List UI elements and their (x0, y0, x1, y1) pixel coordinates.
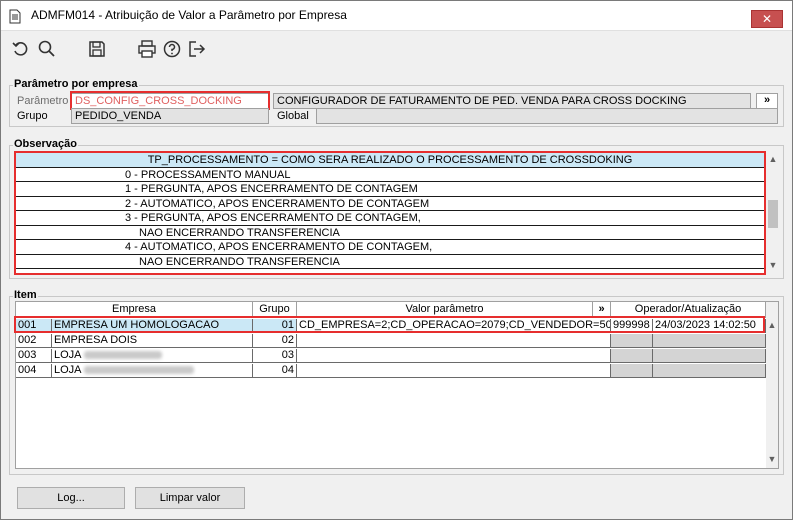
observacao-line: TP_PROCESSAMENTO = COMO SERA REALIZADO O… (15, 153, 765, 168)
row-code[interactable]: 001 (16, 319, 52, 333)
limpar-valor-button[interactable]: Limpar valor (135, 487, 245, 509)
row-grupo[interactable]: 01 (253, 319, 297, 333)
item-grid: Empresa Grupo Valor parâmetro » Operador… (15, 301, 779, 469)
save-icon[interactable] (87, 39, 107, 59)
row-code[interactable]: 002 (16, 334, 52, 348)
row-empresa[interactable]: EMPRESA DOIS (52, 334, 253, 348)
scroll-up-icon[interactable]: ▲ (765, 318, 779, 332)
row-empresa-text: LOJA (54, 364, 81, 376)
row-valor[interactable] (297, 334, 611, 348)
grid-scrollbar[interactable]: ▲ ▼ (766, 302, 778, 468)
observacao-group-title: Observação (13, 138, 78, 150)
row-operador (611, 334, 653, 348)
print-icon[interactable] (137, 39, 157, 59)
observacao-line: NAO ENCERRANDO TRANSFERENCIA (15, 226, 765, 240)
grupo-field: PEDIDO_VENDA (71, 108, 269, 124)
window-title: ADMFM014 - Atribuição de Valor a Parâmet… (31, 8, 347, 22)
help-icon[interactable] (162, 39, 182, 59)
global-label: Global (277, 110, 309, 122)
exit-icon[interactable] (187, 39, 207, 59)
descricao-field: CONFIGURADOR DE FATURAMENTO DE PED. VEND… (273, 93, 751, 109)
observacao-line: 4 - AUTOMATICO, APOS ENCERRAMENTO DE CON… (15, 240, 765, 255)
header-valor[interactable]: Valor parâmetro (297, 302, 593, 318)
row-valor[interactable] (297, 364, 611, 378)
header-expand-button[interactable]: » (593, 302, 611, 318)
expand-descricao-button[interactable]: » (756, 93, 778, 109)
row-grupo[interactable]: 03 (253, 349, 297, 363)
observacao-scrollbar[interactable]: ▲ ▼ (766, 152, 780, 274)
scroll-down-icon[interactable]: ▼ (766, 258, 780, 272)
document-icon (9, 9, 21, 24)
observacao-line: NAO ENCERRANDO TRANSFERENCIA (15, 255, 765, 269)
close-button[interactable]: ✕ (751, 10, 783, 28)
row-operador (611, 364, 653, 378)
row-atualizacao: 24/03/2023 14:02:50 (653, 319, 766, 333)
row-empresa-text: LOJA (54, 349, 81, 361)
row-valor[interactable] (297, 349, 611, 363)
parametro-group-title: Parâmetro por empresa (13, 78, 139, 90)
item-group-title: Item (13, 289, 38, 301)
undo-icon[interactable] (11, 39, 31, 59)
row-operador (611, 349, 653, 363)
application-window: ADMFM014 - Atribuição de Valor a Parâmet… (0, 0, 793, 520)
row-grupo[interactable]: 02 (253, 334, 297, 348)
redacted-text (83, 366, 194, 375)
header-grupo[interactable]: Grupo (253, 302, 297, 318)
row-code[interactable]: 003 (16, 349, 52, 363)
row-code[interactable]: 004 (16, 364, 52, 378)
row-atualizacao (653, 349, 766, 363)
observacao-line: 1 - PERGUNTA, APOS ENCERRAMENTO DE CONTA… (15, 182, 765, 197)
search-icon[interactable] (37, 39, 57, 59)
title-bar[interactable]: ADMFM014 - Atribuição de Valor a Parâmet… (1, 1, 792, 31)
row-empresa[interactable]: LOJA (52, 349, 253, 363)
redacted-text (83, 351, 162, 360)
toolbar (1, 32, 792, 66)
row-atualizacao (653, 364, 766, 378)
log-button[interactable]: Log... (17, 487, 125, 509)
observacao-line: 0 - PROCESSAMENTO MANUAL (15, 168, 765, 182)
global-field (316, 108, 778, 124)
grupo-label: Grupo (17, 110, 48, 122)
observacao-line: 3 - PERGUNTA, APOS ENCERRAMENTO DE CONTA… (15, 211, 765, 226)
parametro-field[interactable]: DS_CONFIG_CROSS_DOCKING (71, 93, 269, 109)
header-empresa[interactable]: Empresa (16, 302, 253, 318)
row-grupo[interactable]: 04 (253, 364, 297, 378)
row-empresa[interactable]: LOJA (52, 364, 253, 378)
row-empresa[interactable]: EMPRESA UM HOMOLOGACAO (52, 319, 253, 333)
header-operador[interactable]: Operador/Atualização (611, 302, 766, 318)
row-operador: 999998 (611, 319, 653, 333)
scroll-thumb[interactable] (768, 200, 778, 228)
row-atualizacao (653, 334, 766, 348)
scroll-down-icon[interactable]: ▼ (765, 452, 779, 466)
observacao-textbox[interactable]: TP_PROCESSAMENTO = COMO SERA REALIZADO O… (15, 152, 765, 274)
parametro-label: Parâmetro (17, 95, 69, 107)
observacao-line: 2 - AUTOMATICO, APOS ENCERRAMENTO DE CON… (15, 197, 765, 211)
row-valor[interactable]: CD_EMPRESA=2;CD_OPERACAO=2079;CD_VENDEDO… (297, 319, 611, 333)
scroll-up-icon[interactable]: ▲ (766, 152, 780, 166)
